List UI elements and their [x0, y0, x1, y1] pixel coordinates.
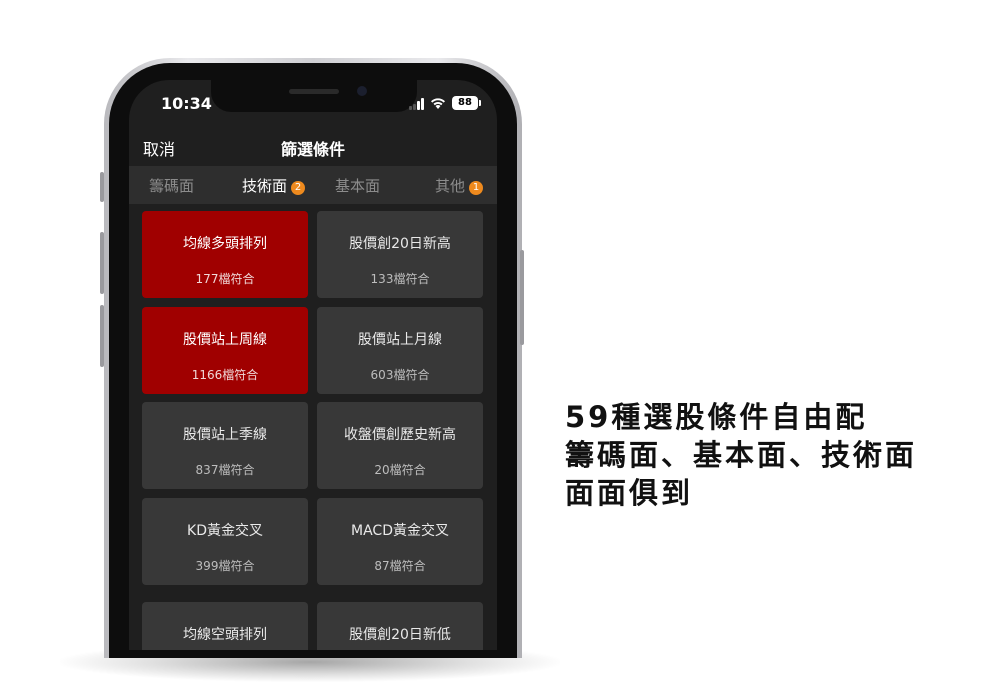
condition-count: 20檔符合 — [374, 463, 426, 477]
tab-label: 籌碼面 — [149, 177, 195, 195]
condition-card[interactable]: MACD黃金交叉 87檔符合 — [317, 498, 483, 585]
condition-name: 均線多頭排列 — [183, 236, 267, 252]
condition-card[interactable]: 股價創20日新高 133檔符合 — [317, 211, 483, 298]
front-camera — [357, 86, 367, 96]
condition-count: 603檔符合 — [370, 368, 430, 382]
tab-count-badge: 2 — [291, 181, 306, 195]
condition-name: KD黃金交叉 — [187, 523, 263, 539]
condition-count: 87檔符合 — [374, 559, 426, 573]
filter-tabs: 籌碼面 技術面 2 基本面 其他 1 — [129, 166, 497, 204]
tab-chip[interactable]: 籌碼面 — [149, 175, 194, 196]
condition-count: 1166檔符合 — [191, 368, 259, 382]
cellular-signal-icon — [409, 98, 425, 110]
promo-line: 面面俱到 — [565, 476, 694, 510]
volume-up-button — [100, 232, 104, 294]
notch — [211, 80, 417, 112]
status-bar: 10:34 88 — [129, 80, 497, 124]
promo-text: 59種選股條件自由配 籌碼面、基本面、技術面 面面俱到 — [565, 398, 945, 512]
promo-line: 籌碼面、基本面、技術面 — [565, 438, 918, 472]
condition-name: 均線空頭排列 — [183, 627, 267, 643]
condition-card[interactable]: 股價站上周線 1166檔符合 — [142, 307, 308, 394]
condition-name: 股價站上周線 — [183, 332, 267, 348]
condition-count: 837檔符合 — [195, 463, 255, 477]
power-button — [520, 250, 524, 345]
condition-card[interactable]: 股價創20日新低 — [317, 602, 483, 650]
condition-count: 399檔符合 — [195, 559, 255, 573]
status-time: 10:34 — [161, 94, 212, 113]
tab-label: 技術面 — [242, 177, 288, 195]
condition-name: 股價創20日新高 — [349, 236, 451, 252]
tab-label: 其他 — [435, 177, 466, 195]
condition-name: 收盤價創歷史新高 — [344, 427, 456, 443]
condition-name: 股價站上月線 — [358, 332, 442, 348]
condition-card[interactable]: KD黃金交叉 399檔符合 — [142, 498, 308, 585]
tab-label: 基本面 — [335, 177, 381, 195]
nav-header: 取消 篩選條件 — [129, 128, 497, 166]
phone-screen: 10:34 88 取消 篩選條件 籌碼面 技術面 2 基本面 其他 1 均線多頭… — [129, 80, 497, 650]
condition-card[interactable]: 收盤價創歷史新高 20檔符合 — [317, 402, 483, 489]
condition-name: 股價創20日新低 — [349, 627, 451, 643]
tab-fundamental[interactable]: 基本面 — [335, 175, 380, 196]
condition-card[interactable]: 股價站上季線 837檔符合 — [142, 402, 308, 489]
condition-card[interactable]: 股價站上月線 603檔符合 — [317, 307, 483, 394]
condition-card[interactable]: 均線多頭排列 177檔符合 — [142, 211, 308, 298]
wifi-icon — [431, 98, 445, 109]
page-title: 篩選條件 — [280, 140, 345, 159]
volume-down-button — [100, 305, 104, 367]
condition-count: 133檔符合 — [370, 272, 430, 286]
tab-count-badge: 1 — [469, 181, 484, 195]
silent-switch — [100, 172, 104, 202]
condition-name: 股價站上季線 — [183, 427, 267, 443]
earpiece-speaker — [289, 89, 339, 94]
condition-count: 177檔符合 — [195, 272, 255, 286]
promo-line: 59種選股條件自由配 — [565, 400, 868, 434]
condition-name: MACD黃金交叉 — [351, 523, 449, 539]
battery-icon — [479, 100, 481, 106]
tab-other[interactable]: 其他 1 — [435, 175, 484, 196]
tab-technical[interactable]: 技術面 2 — [242, 175, 306, 196]
condition-card[interactable]: 均線空頭排列 — [142, 602, 308, 650]
battery-level: 88 — [452, 96, 478, 110]
